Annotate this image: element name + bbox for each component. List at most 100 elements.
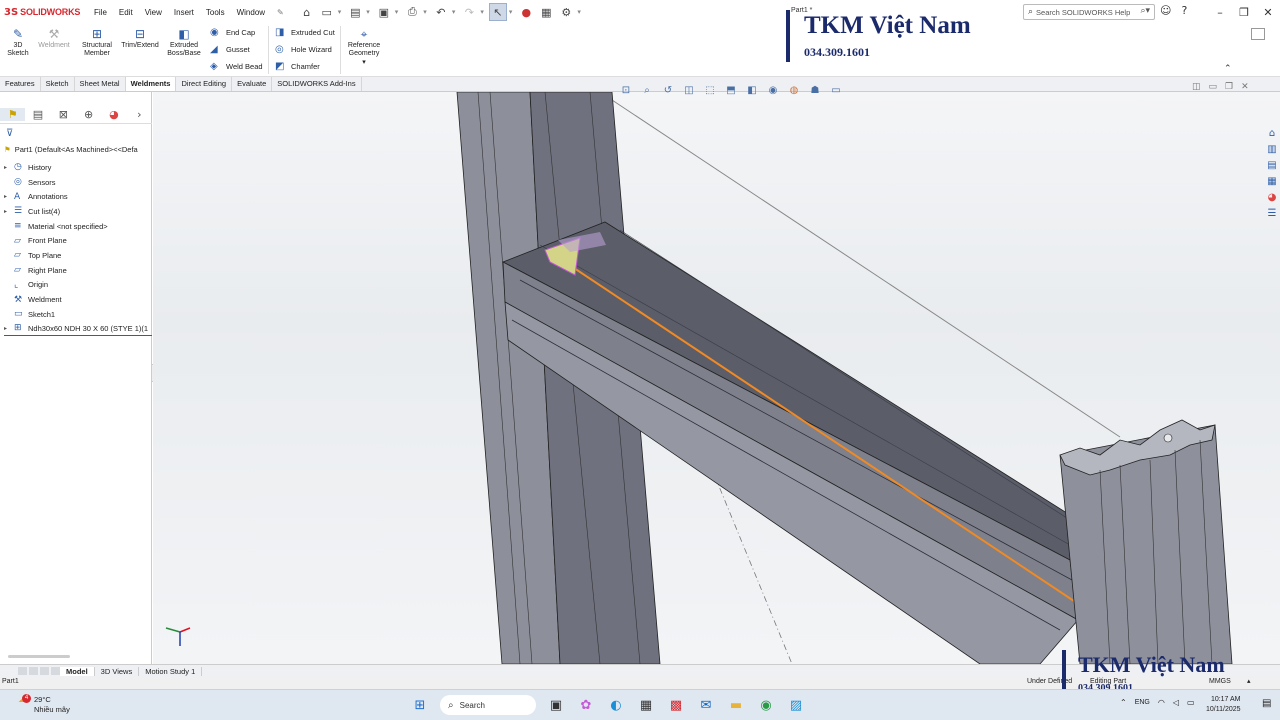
expand-arrow-icon[interactable]: ▸	[4, 325, 14, 332]
file-explorer-icon[interactable]: ▤	[1264, 160, 1280, 174]
maximize-icon[interactable]: ❐	[1232, 6, 1256, 19]
solidworks-logo[interactable]: 3S SOLIDWORKS	[4, 7, 88, 18]
3d-sketch-button[interactable]: ✎ 3D Sketch	[4, 27, 32, 58]
wifi-icon[interactable]: ◠	[1158, 698, 1165, 707]
design-library-icon[interactable]: ▥	[1264, 144, 1280, 158]
graphics-area[interactable]	[153, 92, 1280, 664]
search-dropdown-icon[interactable]: ⌕▾	[1140, 6, 1150, 16]
view-orientation-icon[interactable]: ⬒	[722, 81, 740, 99]
new-document-icon[interactable]: ▭	[318, 3, 336, 21]
viewport-close-icon[interactable]: ✕	[1241, 82, 1249, 92]
battery-icon[interactable]: ▭	[1187, 698, 1195, 707]
tree-item[interactable]: ▱ Right Plane	[4, 263, 152, 278]
display-style-icon[interactable]: ◧	[743, 81, 761, 99]
file-explorer-icon[interactable]: ▬	[726, 695, 746, 715]
pin-icon[interactable]: ✎	[271, 8, 290, 17]
user-account-icon[interactable]: ☺	[1160, 4, 1171, 17]
rebuild-icon[interactable]: ●	[517, 3, 535, 21]
viewport-restore-icon[interactable]: ❐	[1225, 82, 1233, 92]
property-manager-icon[interactable]: ▤	[25, 108, 50, 121]
file-properties-icon[interactable]: ▦	[537, 3, 555, 21]
trim-extend-button[interactable]: ⊟ Trim/Extend	[119, 27, 161, 50]
menu-window[interactable]: Window	[231, 8, 271, 17]
new-dropdown-icon[interactable]: ▾	[338, 8, 342, 16]
select-dropdown-icon[interactable]: ▾	[509, 8, 513, 16]
tab-sheet-metal[interactable]: Sheet Metal	[75, 77, 126, 91]
tree-item[interactable]: ▭ Sketch1	[4, 307, 152, 322]
gusset-button[interactable]: ◢ Gusset	[210, 44, 250, 55]
zoom-to-fit-icon[interactable]: ⊡	[617, 81, 635, 99]
notifications-icon[interactable]: ▤	[1262, 698, 1271, 709]
custom-properties-icon[interactable]: ☰	[1264, 208, 1280, 222]
print-dropdown-icon[interactable]: ▾	[423, 8, 427, 16]
tree-item[interactable]: ⌞ Origin	[4, 278, 152, 293]
panel-scrollbar[interactable]	[8, 655, 70, 658]
tab-solidworks-add-ins[interactable]: SOLIDWORKS Add-Ins	[272, 77, 362, 91]
solidworks-resources-icon[interactable]: ⌂	[1264, 128, 1280, 142]
3d-model-view[interactable]	[153, 92, 1280, 664]
copilot-icon[interactable]: ✿	[576, 695, 596, 715]
options-gear-icon[interactable]: ⚙	[557, 3, 575, 21]
tree-item[interactable]: ◎ Sensors	[4, 175, 152, 190]
open-dropdown-icon[interactable]: ▾	[366, 8, 370, 16]
tree-item[interactable]: ▱ Top Plane	[4, 248, 152, 263]
undo-icon[interactable]: ↶	[432, 3, 450, 21]
redo-dropdown-icon[interactable]: ▾	[480, 8, 484, 16]
hide-show-items-icon[interactable]: ◉	[764, 81, 782, 99]
tab-sketch[interactable]: Sketch	[41, 77, 75, 91]
end-cap-button[interactable]: ◉ End Cap	[210, 27, 255, 38]
view-palette-icon[interactable]: ▦	[1264, 176, 1280, 190]
feature-manager-tree-icon[interactable]: ⚑	[0, 108, 26, 121]
structural-member-button[interactable]: ⊞ Structural Member	[78, 27, 116, 58]
tab-weldments[interactable]: Weldments	[125, 77, 177, 91]
menu-file[interactable]: File	[88, 8, 113, 17]
appearances-icon[interactable]: ◕	[1264, 192, 1280, 206]
display-manager-icon[interactable]: ◕	[101, 108, 126, 121]
tab-3d-views[interactable]: 3D Views	[95, 666, 140, 676]
help-icon[interactable]: ?	[1181, 4, 1187, 17]
home-icon[interactable]: ⌂	[298, 3, 316, 21]
tree-item[interactable]: ⚒ Weldment	[4, 292, 152, 307]
zoom-area-icon[interactable]: ⌕	[638, 81, 656, 99]
save-dropdown-icon[interactable]: ▾	[395, 8, 399, 16]
outlook-icon[interactable]: ✉	[696, 695, 716, 715]
expand-arrow-icon[interactable]: ▸	[4, 208, 14, 215]
section-view-icon[interactable]: ◫	[680, 81, 698, 99]
undo-dropdown-icon[interactable]: ▾	[452, 8, 456, 16]
chrome-icon[interactable]: ◉	[756, 695, 776, 715]
tab-motion-study[interactable]: Motion Study 1	[139, 666, 203, 676]
taskbar-clock[interactable]: 10:17 AM 10/11/2025	[1206, 695, 1241, 715]
view-settings-icon[interactable]: ▭	[827, 81, 845, 99]
extruded-boss-button[interactable]: ◧ Extruded Boss/Base	[163, 27, 205, 58]
chamfer-button[interactable]: ◩ Chamfer	[275, 61, 320, 72]
edge-browser-icon[interactable]: ◐	[606, 695, 626, 715]
previous-view-icon[interactable]: ↺	[659, 81, 677, 99]
windows-start-icon[interactable]: ⊞	[410, 695, 430, 715]
tree-item[interactable]: ▸ A Annotations	[4, 189, 152, 204]
tree-item[interactable]: ▸ ☰ Cut list(4)	[4, 204, 152, 219]
task-view-icon[interactable]: ▣	[546, 695, 566, 715]
tab-evaluate[interactable]: Evaluate	[232, 77, 273, 91]
save-icon[interactable]: ▣	[375, 3, 393, 21]
panel-expand-icon[interactable]: ›	[127, 108, 152, 121]
language-indicator[interactable]: ENG	[1135, 699, 1150, 706]
help-search-input[interactable]: ⌕ Search SOLIDWORKS Help ⌕▾	[1023, 4, 1155, 20]
tree-item[interactable]: ≡ Material <not specified>	[4, 219, 152, 234]
edit-appearance-icon[interactable]: ◍	[785, 81, 803, 99]
redo-icon[interactable]: ↷	[460, 3, 478, 21]
tree-item[interactable]: ▸ ◷ History	[4, 160, 152, 175]
solidworks-taskbar-icon[interactable]: ▩	[666, 695, 686, 715]
menu-edit[interactable]: Edit	[113, 8, 139, 17]
menu-tools[interactable]: Tools	[200, 8, 231, 17]
filter-icon[interactable]: ⊽	[6, 128, 13, 139]
app-icon[interactable]: ▨	[786, 695, 806, 715]
dimxpert-manager-icon[interactable]: ⊕	[76, 108, 101, 121]
last-tab-arrow-icon[interactable]	[51, 667, 60, 675]
taskbar-search[interactable]: ⌕ Search	[440, 695, 536, 715]
weld-bead-button[interactable]: ◈ Weld Bead	[210, 61, 263, 72]
print-icon[interactable]: ⎙	[403, 3, 421, 21]
weather-widget[interactable]: ☁ 4 29°C Nhiều mây	[18, 694, 70, 715]
tray-overflow-icon[interactable]: ⌃	[1120, 698, 1127, 707]
dynamic-annotation-icon[interactable]: ⬚	[701, 81, 719, 99]
volume-icon[interactable]: ◁	[1173, 698, 1179, 707]
